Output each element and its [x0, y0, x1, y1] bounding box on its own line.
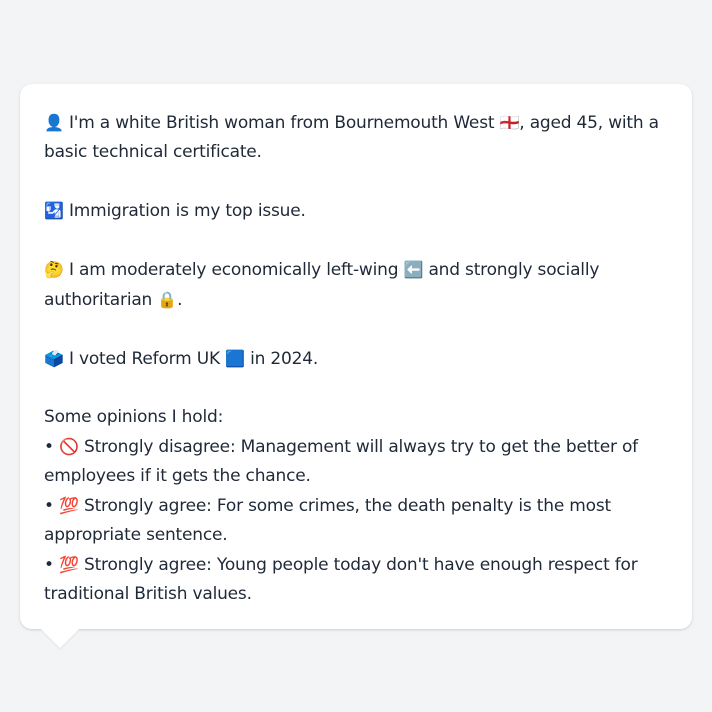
ballot-box-icon: 🗳️ [44, 349, 64, 368]
intro-line: 👤 I'm a white British woman from Bournem… [44, 108, 668, 167]
passport-control-icon: 🛂 [44, 201, 64, 220]
bubble-tail [41, 629, 79, 648]
left-arrow-icon: ⬅️ [403, 260, 424, 279]
ideology-text-end: . [177, 290, 183, 310]
lock-icon: 🔒 [157, 290, 178, 309]
issue-line: 🛂 Immigration is my top issue. [44, 196, 668, 226]
thinking-face-icon: 🤔 [44, 260, 64, 279]
bullet: • [44, 437, 54, 457]
hundred-points-icon: 💯 [59, 555, 79, 574]
bullet: • [44, 496, 54, 516]
england-flag-icon: 🏴󠁧󠁢󠁥󠁮󠁧󠁿 [499, 113, 520, 132]
vote-text-after: in 2024. [250, 349, 319, 369]
ideology-text-before: I am moderately economically left-wing [68, 260, 399, 280]
opinion-text: Strongly disagree: Management will alway… [44, 437, 638, 486]
hundred-points-icon: 💯 [59, 496, 79, 515]
opinion-text: Strongly agree: Young people today don't… [44, 555, 638, 604]
vote-text-before: I voted Reform UK [68, 349, 220, 369]
opinion-item: • 🚫 Strongly disagree: Management will a… [44, 432, 668, 491]
blue-square-icon: 🟦 [225, 349, 245, 368]
ideology-line: 🤔 I am moderately economically left-wing… [44, 255, 668, 315]
person-icon: 👤 [44, 113, 64, 132]
opinion-item: • 💯 Strongly agree: Young people today d… [44, 550, 668, 609]
prohibited-icon: 🚫 [59, 437, 79, 456]
vote-line: 🗳️ I voted Reform UK 🟦 in 2024. [44, 344, 668, 374]
opinions-heading: Some opinions I hold: [44, 407, 224, 427]
issue-text: Immigration is my top issue. [68, 201, 306, 221]
intro-text: I'm a white British woman from Bournemou… [68, 113, 495, 133]
opinion-text: Strongly agree: For some crimes, the dea… [44, 496, 611, 545]
bullet: • [44, 555, 54, 575]
opinion-item: • 💯 Strongly agree: For some crimes, the… [44, 491, 668, 550]
chat-message-bubble: 👤 I'm a white British woman from Bournem… [20, 84, 692, 629]
